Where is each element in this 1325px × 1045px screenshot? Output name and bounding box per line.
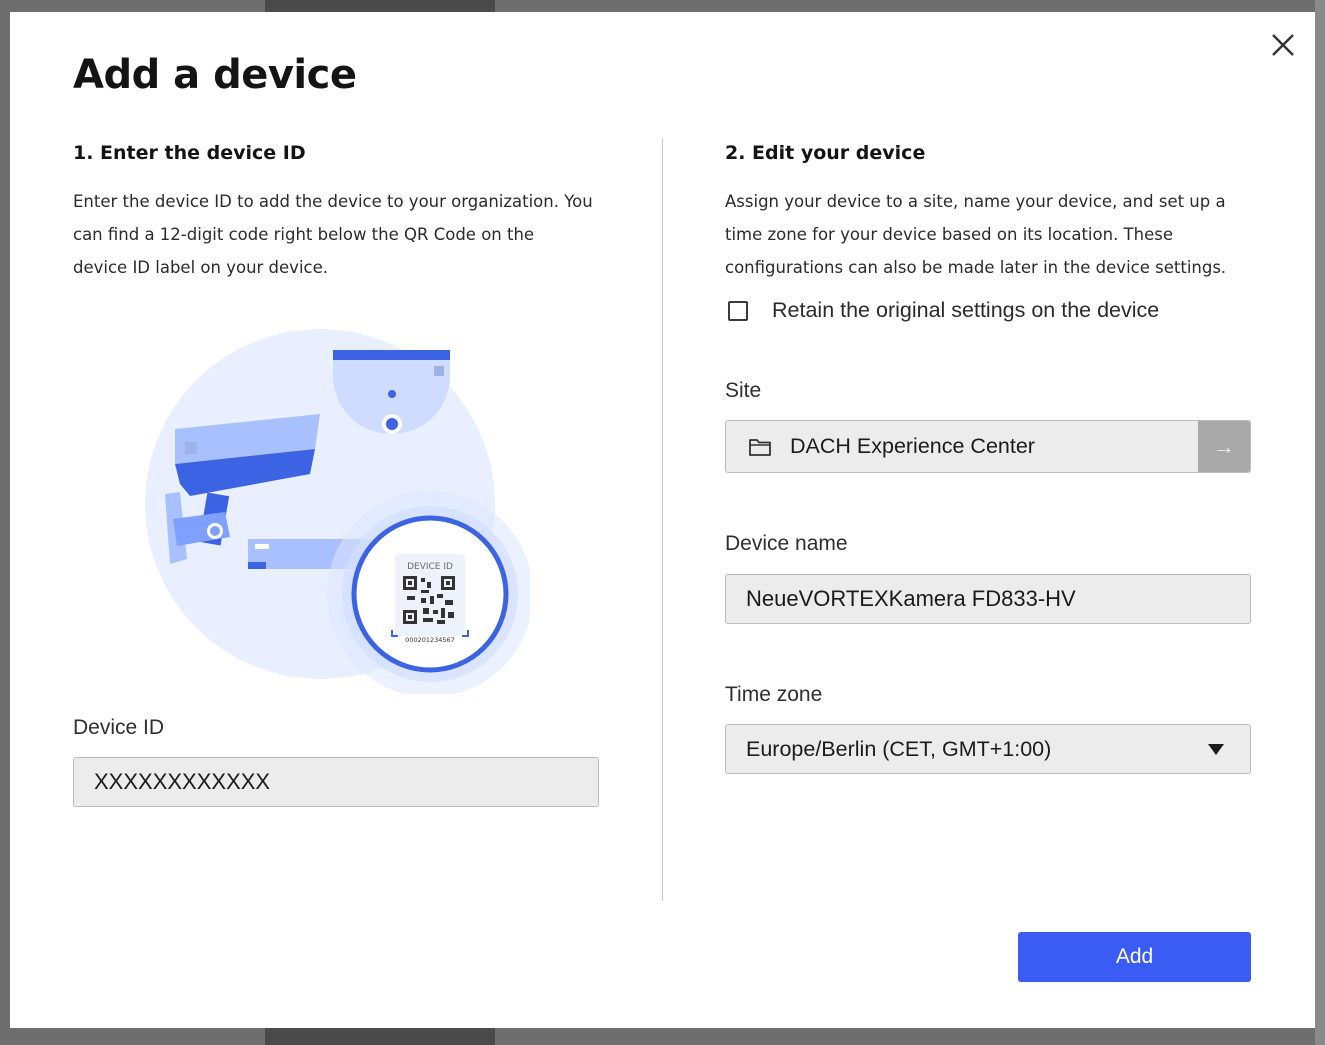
retain-settings-label: Retain the original settings on the devi… xyxy=(772,298,1160,322)
device-id-label: Device ID xyxy=(73,716,165,739)
background-content-top xyxy=(265,0,495,12)
step-1-description-line: device ID label on your device. xyxy=(73,258,328,277)
device-id-input[interactable]: XXXXXXXXXXXX xyxy=(73,757,599,807)
illustration-label-title: DEVICE ID xyxy=(407,562,453,572)
step-2-description: Assign your device to a site, name your … xyxy=(725,185,1226,284)
close-icon xyxy=(1272,34,1294,56)
device-name-label: Device name xyxy=(725,532,848,555)
close-button[interactable] xyxy=(1268,30,1298,60)
dialog-title: Add a device xyxy=(73,52,357,98)
add-device-dialog: Add a device 1. Enter the device ID Ente… xyxy=(10,12,1315,1028)
caret-down-icon xyxy=(1208,743,1224,755)
background-right-edge xyxy=(1315,0,1325,1045)
retain-settings-checkbox[interactable] xyxy=(728,300,748,321)
column-divider xyxy=(662,138,663,901)
device-id-illustration: DEVICE ID 000201234567 xyxy=(145,329,530,694)
step-2-heading: 2. Edit your device xyxy=(725,142,926,164)
folder-icon xyxy=(748,435,772,459)
time-zone-value: Europe/Berlin (CET, GMT+1:00) xyxy=(746,736,1052,761)
illustration-label-code: 000201234567 xyxy=(405,636,455,644)
retain-settings-option[interactable]: Retain the original settings on the devi… xyxy=(728,298,1159,323)
add-button[interactable]: Add xyxy=(1018,932,1251,982)
arrow-right-icon[interactable]: → xyxy=(1198,421,1250,472)
time-zone-label: Time zone xyxy=(725,683,823,706)
step-1-description: Enter the device ID to add the device to… xyxy=(73,185,593,284)
step-2-description-line: configurations can also be made later in… xyxy=(725,258,1227,277)
time-zone-select[interactable]: Europe/Berlin (CET, GMT+1:00) xyxy=(725,724,1251,774)
background-content-bottom xyxy=(265,1028,495,1045)
site-value: DACH Experience Center xyxy=(790,434,1035,458)
step-2-description-line: time zone for your device based on its l… xyxy=(725,225,1173,244)
step-2-description-line: Assign your device to a site, name your … xyxy=(725,192,1226,211)
device-name-input[interactable]: NeueVORTEXKamera FD833-HV xyxy=(725,574,1251,624)
step-1-heading: 1. Enter the device ID xyxy=(73,142,306,164)
step-1-description-line: Enter the device ID to add the device to… xyxy=(73,192,593,211)
site-selector[interactable]: DACH Experience Center → xyxy=(725,420,1251,473)
site-label: Site xyxy=(725,379,762,402)
step-1-description-line: can find a 12-digit code right below the… xyxy=(73,225,535,244)
